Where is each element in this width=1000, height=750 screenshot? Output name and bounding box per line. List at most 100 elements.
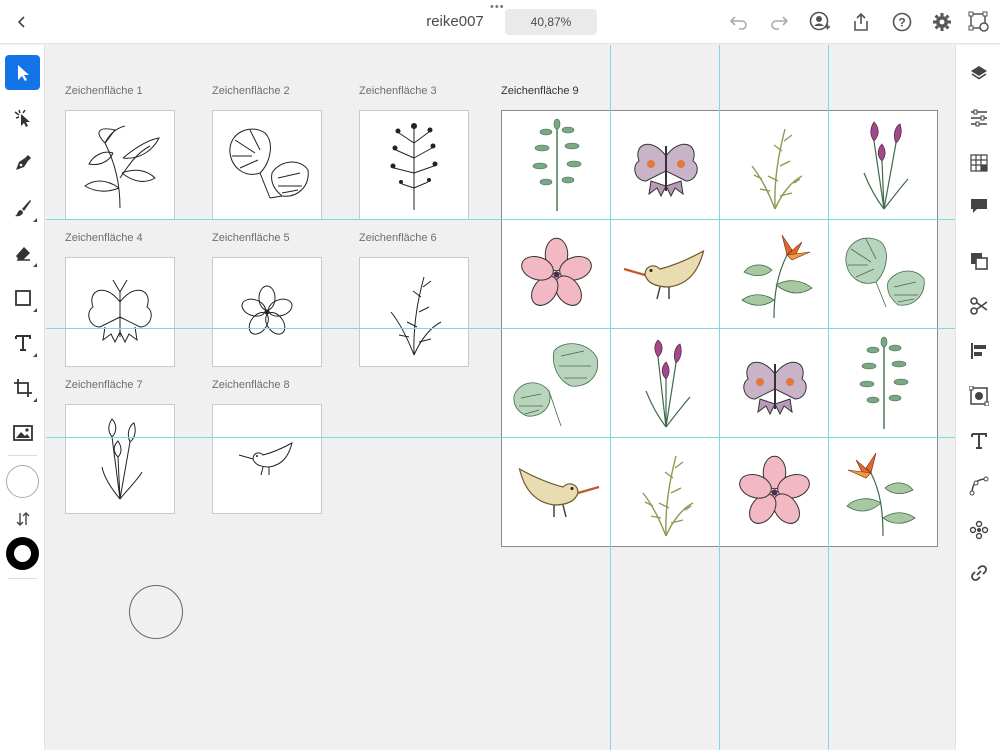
pattern-cell[interactable] [502,438,611,547]
path-icon[interactable] [966,473,991,498]
pattern-cell[interactable] [829,438,938,547]
flower-icon [739,455,810,524]
pattern-cell[interactable] [502,329,611,438]
align-icon[interactable] [966,338,991,363]
guide-vertical[interactable] [610,45,611,750]
pattern-cell[interactable] [720,111,829,220]
bird-of-paradise-icon [741,234,813,318]
selection-tool-icon[interactable] [5,55,40,90]
more-options-icon[interactable]: ••• [490,2,505,13]
artboard-label-2[interactable]: Zeichenfläche 2 [212,85,290,97]
monstera-icon [845,237,925,308]
pattern-cell[interactable] [829,220,938,329]
artboard-1[interactable] [65,110,175,220]
pattern-cell[interactable] [611,111,720,220]
undo-icon[interactable] [727,10,751,34]
artboard-label-4[interactable]: Zeichenfläche 4 [65,232,143,244]
document-title[interactable]: reike007 [412,13,498,30]
artboard-label-9[interactable]: Zeichenfläche 9 [501,85,579,97]
artboard-3[interactable] [359,110,469,220]
guide-horizontal[interactable] [46,219,955,220]
artboard-6[interactable] [359,257,469,367]
link-icon[interactable] [966,560,991,585]
pattern-cell[interactable] [720,220,829,329]
svg-text:?: ? [898,16,905,30]
pattern-cell[interactable] [829,329,938,438]
grass-icon [641,455,693,536]
butterfly-icon [742,361,807,415]
guide-horizontal[interactable] [46,437,955,438]
tulip-sketch-icon [101,417,143,499]
butterfly-icon [633,143,698,197]
artboard-label-3[interactable]: Zeichenfläche 3 [359,85,437,97]
pen-tool-icon[interactable] [5,145,40,180]
settings-gear-icon[interactable] [930,10,954,34]
zoom-level[interactable]: 40,87% [505,9,597,35]
pattern-cell[interactable] [611,438,720,547]
pattern-cell[interactable] [611,329,720,438]
artboard-2[interactable] [212,110,322,220]
back-icon[interactable] [10,10,34,34]
stroke-color-swatch[interactable] [6,537,39,570]
properties-icon[interactable] [966,105,991,130]
direct-selection-tool-icon[interactable] [5,100,40,135]
arrange-icon[interactable] [966,248,991,273]
invite-user-icon[interactable] [808,10,832,34]
preview-icon[interactable] [967,10,991,34]
artboard-5[interactable] [212,257,322,367]
pattern-cell[interactable] [720,438,829,547]
herb-sketch-icon [390,122,438,210]
type-panel-icon[interactable] [966,428,991,453]
guide-vertical[interactable] [828,45,829,750]
fill-color-swatch[interactable] [6,465,39,498]
grid-icon[interactable] [966,150,991,175]
flower-icon [521,237,592,306]
help-icon[interactable]: ? [890,10,914,34]
artboard-label-7[interactable]: Zeichenfläche 7 [65,379,143,391]
rectangle-tool-icon[interactable] [5,280,40,315]
tulip-icon [862,120,908,209]
eraser-tool-icon[interactable] [5,235,40,270]
artboard-tool-icon[interactable] [5,370,40,405]
pattern-cell[interactable] [611,220,720,329]
artboard-label-6[interactable]: Zeichenfläche 6 [359,232,437,244]
tulip-icon [644,338,690,427]
guide-vertical[interactable] [719,45,720,750]
layers-icon[interactable] [966,60,991,85]
right-toolbar [955,45,1000,750]
canvas[interactable]: Zeichenfläche 1 Zeichenfläche 2 Zeichenf… [46,45,955,750]
pattern-cell[interactable] [502,220,611,329]
place-image-icon[interactable] [5,415,40,450]
touch-shortcut-button[interactable] [129,585,183,639]
text-tool-icon[interactable] [5,325,40,360]
grass-icon [750,128,802,209]
monstera-icon [513,343,599,427]
bird-icon [518,467,599,517]
share-icon[interactable] [849,10,873,34]
comments-icon[interactable] [966,193,991,218]
artboard-label-8[interactable]: Zeichenfläche 8 [212,379,290,391]
left-toolbar [0,45,45,750]
herb-icon [859,336,908,429]
pattern-cell[interactable] [720,329,829,438]
artboard-4[interactable] [65,257,175,367]
artboard-8[interactable] [212,404,322,514]
plant-sketch-icon [84,125,160,208]
bird-of-paradise-icon [846,452,916,536]
bird-sketch-icon [238,442,293,476]
swap-colors-icon[interactable] [5,501,40,536]
repeat-pattern-icon[interactable] [966,517,991,542]
bird-icon [623,249,704,299]
scissors-icon[interactable] [966,293,991,318]
pathfinder-icon[interactable] [966,383,991,408]
artboard-label-5[interactable]: Zeichenfläche 5 [212,232,290,244]
artboard-7[interactable] [65,404,175,514]
redo-icon[interactable] [767,10,791,34]
pattern-cell[interactable] [502,111,611,220]
brush-tool-icon[interactable] [5,190,40,225]
top-bar: reike007 ••• 40,87% ? [0,0,1000,44]
guide-horizontal[interactable] [46,328,955,329]
artboard-label-1[interactable]: Zeichenfläche 1 [65,85,143,97]
pattern-cell[interactable] [829,111,938,220]
herb-icon [532,118,581,211]
